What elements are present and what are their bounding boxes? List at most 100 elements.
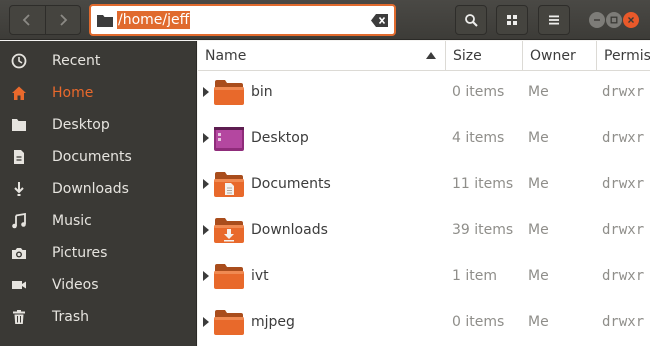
search-icon — [465, 14, 478, 27]
navigation-buttons — [9, 5, 81, 35]
column-header-size[interactable]: Size — [446, 41, 523, 71]
table-row[interactable]: bin 0 items Me drwxr — [198, 70, 650, 116]
sidebar-item-downloads[interactable]: Downloads — [0, 173, 196, 205]
expand-arrow-icon[interactable] — [203, 133, 209, 143]
minimize-button[interactable] — [589, 12, 605, 28]
sidebar-item-label: Music — [52, 213, 92, 229]
folder-icon — [97, 15, 113, 27]
grid-view-icon — [507, 15, 517, 25]
sidebar-item-documents[interactable]: Documents — [0, 141, 196, 173]
file-permissions: drwxr — [602, 268, 645, 284]
menu-button[interactable] — [538, 5, 570, 35]
column-header-name[interactable]: Name — [198, 41, 446, 71]
sidebar-item-label: Videos — [52, 277, 99, 293]
sidebar-item-pictures[interactable]: Pictures — [0, 237, 196, 269]
sidebar-item-videos[interactable]: Videos — [0, 269, 196, 301]
camera-icon — [12, 248, 26, 259]
folder-icon — [12, 119, 26, 131]
file-owner: Me — [528, 268, 549, 284]
minimize-icon — [594, 19, 600, 21]
sidebar-item-label: Recent — [52, 53, 101, 69]
sidebar-item-label: Documents — [52, 149, 132, 165]
sidebar-item-trash[interactable]: Trash — [0, 301, 196, 333]
view-toggle-button[interactable] — [496, 5, 528, 35]
table-row[interactable]: Downloads 39 items Me drwxr — [198, 208, 650, 254]
maximize-icon — [610, 16, 618, 24]
file-permissions: drwxr — [602, 314, 645, 330]
column-header-row: Name Size Owner Permis — [198, 41, 650, 71]
file-owner: Me — [528, 314, 549, 330]
file-size: 39 items — [452, 222, 514, 238]
trash-icon — [13, 310, 25, 324]
chevron-left-icon — [23, 14, 31, 26]
file-permissions: drwxr — [602, 130, 645, 146]
column-header-label: Name — [205, 48, 247, 64]
column-header-permissions[interactable]: Permis — [597, 41, 650, 71]
file-name: Downloads — [251, 222, 328, 238]
file-owner: Me — [528, 176, 549, 192]
column-header-owner[interactable]: Owner — [523, 41, 597, 71]
clear-icon[interactable] — [371, 14, 388, 27]
sidebar-item-label: Desktop — [52, 117, 110, 133]
file-name: Desktop — [251, 130, 309, 146]
places-sidebar: Recent Home Desktop Documents Downloads — [0, 41, 197, 346]
file-size: 1 item — [452, 268, 497, 284]
file-permissions: drwxr — [602, 176, 645, 192]
maximize-button[interactable] — [606, 12, 622, 28]
file-name: Documents — [251, 176, 331, 192]
folder-icon — [214, 80, 244, 105]
close-icon — [628, 17, 634, 23]
file-size: 11 items — [452, 176, 514, 192]
folder-icon — [214, 310, 244, 335]
file-size: 0 items — [452, 314, 505, 330]
file-owner: Me — [528, 130, 549, 146]
close-button[interactable] — [623, 12, 639, 28]
search-button[interactable] — [455, 5, 487, 35]
file-owner: Me — [528, 84, 549, 100]
sidebar-item-recent[interactable]: Recent — [0, 45, 196, 77]
file-size: 4 items — [452, 130, 505, 146]
sidebar-item-label: Trash — [52, 309, 89, 325]
sidebar-item-home[interactable]: Home — [0, 77, 196, 109]
file-owner: Me — [528, 222, 549, 238]
sidebar-item-label: Downloads — [52, 181, 129, 197]
expand-arrow-icon[interactable] — [203, 271, 209, 281]
file-name: mjpeg — [251, 314, 295, 330]
column-header-label: Size — [453, 48, 482, 64]
table-row[interactable]: Desktop 4 items Me drwxr — [198, 116, 650, 162]
folder-icon — [214, 264, 244, 289]
expand-arrow-icon[interactable] — [203, 225, 209, 235]
sidebar-item-label: Pictures — [52, 245, 108, 261]
sidebar-item-music[interactable]: Music — [0, 205, 196, 237]
home-icon — [12, 86, 26, 100]
expand-arrow-icon[interactable] — [203, 179, 209, 189]
table-row[interactable]: ivt 1 item Me drwxr — [198, 254, 650, 300]
back-button[interactable] — [10, 6, 45, 34]
clock-icon — [11, 53, 27, 69]
file-size: 0 items — [452, 84, 505, 100]
location-text[interactable]: /home/jeff — [117, 11, 191, 29]
expand-arrow-icon[interactable] — [203, 317, 209, 327]
desktop-folder-icon — [214, 127, 244, 151]
location-entry[interactable]: /home/jeff — [89, 4, 396, 36]
forward-button[interactable] — [44, 6, 80, 34]
music-icon — [12, 213, 26, 229]
file-name: ivt — [251, 268, 269, 284]
sidebar-item-desktop[interactable]: Desktop — [0, 109, 196, 141]
file-permissions: drwxr — [602, 222, 645, 238]
expand-arrow-icon[interactable] — [203, 87, 209, 97]
table-row[interactable]: mjpeg 0 items Me drwxr — [198, 300, 650, 346]
file-name: bin — [251, 84, 273, 100]
column-header-label: Owner — [530, 48, 576, 64]
document-icon — [14, 150, 24, 164]
sort-ascending-icon[interactable] — [426, 52, 436, 59]
documents-folder-icon — [214, 172, 244, 197]
table-row[interactable]: Documents 11 items Me drwxr — [198, 162, 650, 208]
downloads-folder-icon — [214, 218, 244, 243]
download-icon — [14, 182, 24, 196]
video-icon — [12, 281, 26, 289]
file-list-view: Name Size Owner Permis bin 0 items Me dr… — [198, 41, 650, 346]
file-permissions: drwxr — [602, 84, 645, 100]
sidebar-item-label: Home — [52, 85, 94, 101]
hamburger-menu-icon — [549, 15, 559, 25]
